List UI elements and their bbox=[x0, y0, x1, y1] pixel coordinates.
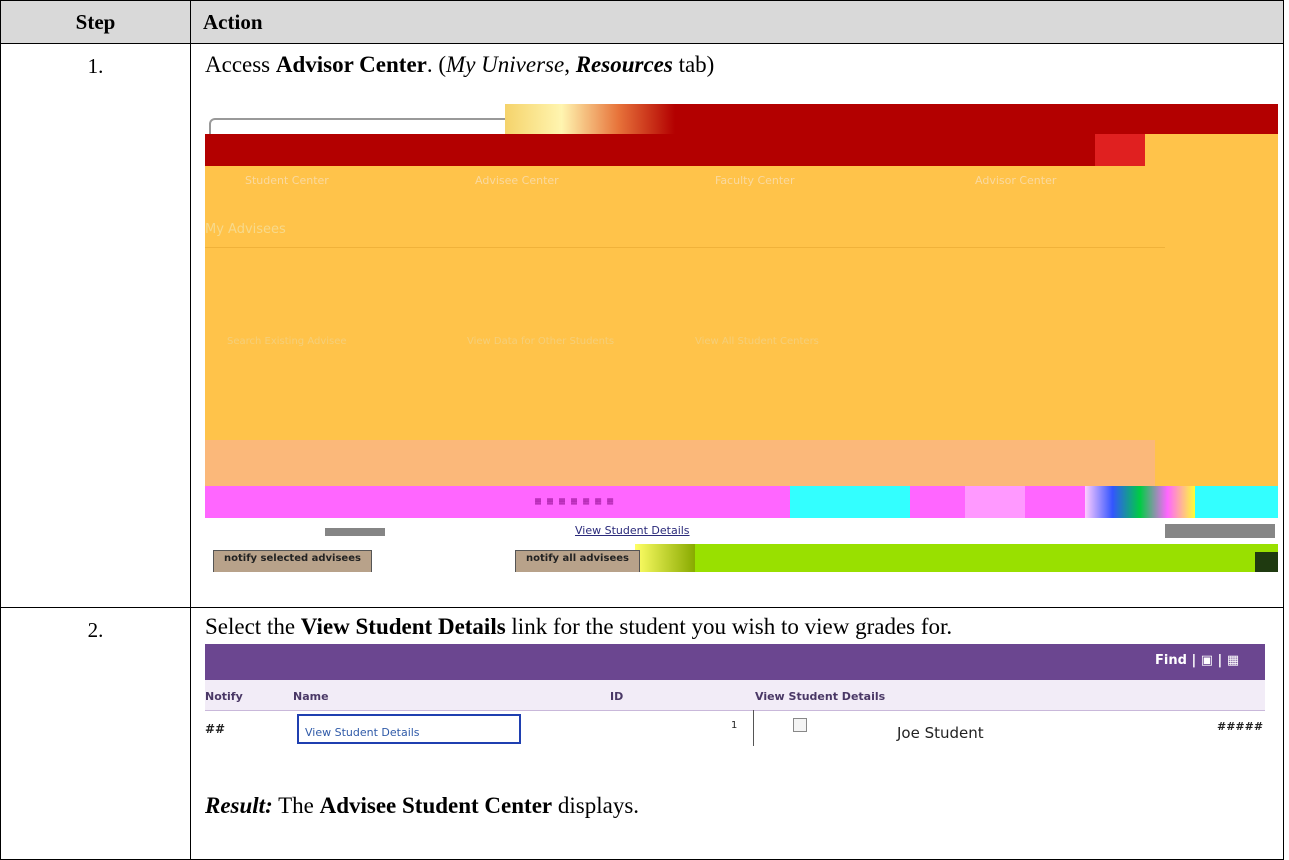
advisee-list-screenshot: Find | ▣ | ▦ Notify Name ID View Student… bbox=[205, 644, 1265, 789]
row-sequence: 1 bbox=[731, 720, 738, 731]
find-link[interactable]: Find bbox=[1155, 653, 1187, 668]
step-action: Select the View Student Details link for… bbox=[190, 607, 1284, 860]
view-student-details-link[interactable]: View Student Details bbox=[299, 722, 426, 743]
green-bar bbox=[635, 544, 1278, 572]
notify-selected-button[interactable]: notify selected advisees bbox=[213, 550, 372, 572]
row-hash: ## bbox=[205, 722, 226, 736]
col-view-details: View Student Details bbox=[755, 690, 886, 703]
student-id: ##### bbox=[1217, 720, 1264, 733]
notify-all-button[interactable]: notify all advisees bbox=[515, 550, 640, 572]
step-number: 1. bbox=[0, 43, 191, 608]
step-action: Access Advisor Center. (My Universe, Res… bbox=[190, 43, 1284, 608]
col-notify: Notify bbox=[205, 690, 243, 703]
instruction: Access Advisor Center. (My Universe, Res… bbox=[205, 52, 715, 77]
link-view-all-centers[interactable]: View All Student Centers bbox=[695, 336, 819, 347]
tab-student-center[interactable]: Student Center bbox=[245, 174, 329, 187]
steps-table: Step Action 1. Access Advisor Center. (M… bbox=[0, 0, 1284, 860]
view-student-details-link[interactable]: View Student Details bbox=[575, 524, 690, 537]
purple-toolbar bbox=[205, 644, 1265, 680]
link-view-other-students[interactable]: View Data for Other Students bbox=[467, 336, 614, 347]
tab-advisor-center[interactable]: Advisor Center bbox=[975, 174, 1056, 187]
col-id: ID bbox=[610, 690, 624, 703]
result-line: Result: The Advisee Student Center displ… bbox=[205, 793, 640, 818]
col-name: Name bbox=[293, 690, 329, 703]
select-checkbox[interactable] bbox=[793, 718, 807, 732]
portal-tabs-outline bbox=[209, 118, 513, 134]
instruction: Select the View Student Details link for… bbox=[205, 614, 953, 639]
column-header-row bbox=[205, 680, 1265, 711]
view-all-icon[interactable]: ▣ bbox=[1201, 653, 1213, 668]
step-number: 2. bbox=[0, 607, 191, 860]
banner-graphic bbox=[505, 104, 675, 134]
student-name: Joe Student bbox=[897, 724, 984, 742]
link-search-advisee[interactable]: Search Existing Advisee bbox=[227, 336, 347, 347]
step-row: 1. Access Advisor Center. (My Universe, … bbox=[0, 43, 1284, 608]
step-row: 2. Select the View Student Details link … bbox=[0, 607, 1284, 860]
tab-faculty-center[interactable]: Faculty Center bbox=[715, 174, 794, 187]
action-header: Action bbox=[190, 0, 1284, 44]
tab-advisee-center[interactable]: Advisee Center bbox=[475, 174, 559, 187]
view-student-details-link-box[interactable]: View Student Details bbox=[297, 714, 521, 744]
orange-content bbox=[205, 166, 1278, 486]
download-icon[interactable]: ▦ bbox=[1227, 653, 1239, 668]
section-title: My Advisees bbox=[205, 222, 286, 237]
advisor-center-screenshot: Student Center Advisee Center Faculty Ce… bbox=[205, 104, 1278, 572]
step-header: Step bbox=[0, 0, 191, 44]
header-row: Step Action bbox=[0, 0, 1284, 44]
